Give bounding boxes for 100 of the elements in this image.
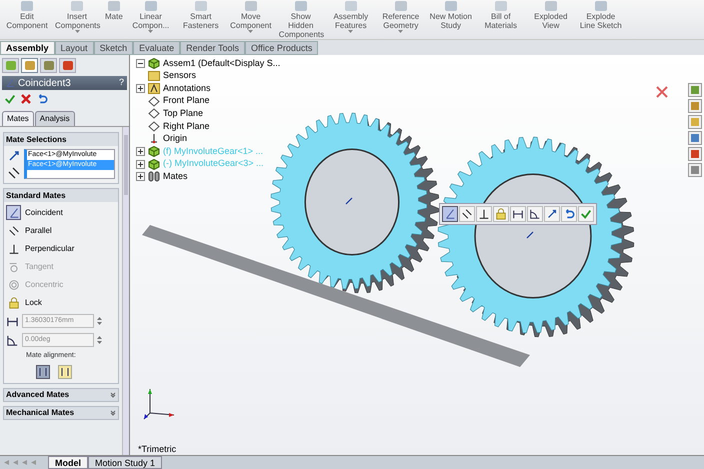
plane-icon: [148, 96, 160, 107]
spinner-icon[interactable]: [97, 335, 102, 345]
property-tab[interactable]: Mates: [2, 111, 34, 126]
section-header[interactable]: Standard Mates: [4, 189, 118, 202]
task-pane-icon[interactable]: [688, 147, 702, 161]
tool-icon: [594, 0, 608, 12]
tool-icon: [344, 0, 358, 12]
close-icon[interactable]: [656, 86, 668, 98]
ok-button[interactable]: [4, 93, 16, 105]
ribbon-button[interactable]: Insert Components: [52, 0, 102, 40]
ribbon-button[interactable]: Exploded View: [526, 0, 576, 40]
expand-toggle[interactable]: [136, 84, 145, 93]
dropdown-caret-icon: [148, 30, 154, 33]
toolbar-button[interactable]: [510, 206, 526, 222]
mates-icon: [148, 171, 160, 182]
expand-toggle[interactable]: [136, 146, 145, 156]
parallel-icon: [8, 224, 20, 236]
flip-icon: [546, 208, 558, 220]
toolbar-button[interactable]: [476, 206, 492, 222]
toolbar-button[interactable]: [527, 206, 543, 222]
lock-icon: [8, 296, 20, 308]
help-button[interactable]: ?: [118, 76, 124, 90]
tool-icon: [106, 0, 121, 12]
alignment-icon: [37, 366, 49, 378]
perpendicular-icon: [8, 242, 20, 254]
tool-icon: [194, 0, 208, 12]
property-tab[interactable]: Analysis: [34, 111, 75, 126]
task-pane-icon[interactable]: [688, 163, 702, 177]
tree-item[interactable]: Mates: [163, 170, 188, 184]
ribbon-button[interactable]: Smart Fasteners: [176, 0, 226, 40]
toolbar-button[interactable]: [544, 206, 560, 222]
origin-icon: [148, 133, 160, 144]
task-pane-icon[interactable]: [688, 99, 702, 113]
ribbon-button[interactable]: Edit Component: [2, 0, 52, 40]
tool-icon: [494, 0, 508, 12]
toolbar-button[interactable]: [459, 206, 475, 222]
spinner-icon[interactable]: [97, 316, 102, 326]
coincident-icon: [8, 206, 20, 218]
task-pane-icon[interactable]: [688, 131, 702, 145]
section-header[interactable]: Advanced Mates: [3, 388, 119, 402]
expand-toggle[interactable]: [136, 172, 145, 182]
ribbon-button[interactable]: Move Component: [226, 0, 276, 40]
tree-item[interactable]: Sensors: [163, 69, 196, 83]
manager-tab[interactable]: [21, 58, 38, 73]
task-pane-icon[interactable]: [688, 83, 702, 97]
ribbon-tab[interactable]: Render Tools: [180, 41, 245, 55]
tool-icon: [70, 0, 84, 12]
ribbon-tab[interactable]: Layout: [54, 41, 94, 55]
ribbon-button[interactable]: Assembly Features: [326, 0, 376, 40]
section-header[interactable]: Mate Selections: [4, 133, 118, 146]
plane-icon: [148, 120, 160, 132]
bottom-tab[interactable]: Model: [48, 456, 88, 469]
chevron-icon: [110, 410, 116, 416]
part-icon: [148, 146, 160, 157]
tree-item[interactable]: Right Plane: [163, 120, 210, 134]
tree-item[interactable]: Origin: [163, 132, 188, 146]
tree-item[interactable]: Front Plane: [163, 94, 210, 108]
tree-item[interactable]: Annotations: [163, 82, 211, 96]
expand-toggle[interactable]: [136, 58, 145, 68]
dropdown-caret-icon: [74, 30, 80, 33]
tree-item[interactable]: Assem1 (Default<Display S...: [163, 56, 280, 70]
ribbon-tab[interactable]: Sketch: [94, 41, 134, 55]
ok-icon: [4, 93, 16, 105]
ribbon-tab[interactable]: Evaluate: [133, 41, 180, 55]
plane-icon: [148, 108, 160, 120]
flip-icon: [7, 149, 21, 163]
pin-button[interactable]: [36, 93, 48, 105]
mate-option[interactable]: Lock: [6, 294, 116, 311]
ribbon-button[interactable]: Explode Line Sketch: [576, 0, 626, 40]
task-pane-icon[interactable]: [688, 115, 702, 129]
bottom-tab[interactable]: Motion Study 1: [88, 456, 162, 469]
scrollbar[interactable]: [122, 127, 129, 455]
mate-option[interactable]: Perpendicular: [6, 240, 116, 257]
alignment-button[interactable]: [58, 364, 72, 378]
toolbar-button[interactable]: [561, 206, 577, 222]
view-orientation-label: *Trimetric: [138, 443, 176, 455]
lock-icon: [495, 208, 507, 220]
ribbon-button[interactable]: Linear Compon...: [126, 0, 176, 40]
mate-option[interactable]: Parallel: [6, 222, 116, 239]
angle-icon: [6, 334, 19, 346]
ribbon-button[interactable]: Reference Geometry: [376, 0, 426, 40]
expand-toggle[interactable]: [136, 160, 145, 169]
cancel-icon[interactable]: [20, 93, 32, 105]
ribbon-button[interactable]: Bill of Materials: [476, 0, 526, 40]
alignment-button[interactable]: [36, 364, 50, 378]
concentric-icon: [8, 278, 20, 290]
manager-tab[interactable]: [59, 58, 76, 73]
ribbon-tab[interactable]: Assembly: [0, 41, 55, 55]
tree-item[interactable]: Top Plane: [163, 106, 204, 120]
ribbon-tab[interactable]: Office Products: [244, 41, 318, 55]
ribbon-button[interactable]: Mate: [102, 0, 126, 40]
tool-icon: [544, 0, 558, 12]
chevron-icon: [110, 392, 116, 398]
ribbon-button[interactable]: Show Hidden Components: [276, 0, 326, 40]
mate-option[interactable]: Coincident: [6, 204, 116, 221]
manager-tab[interactable]: [40, 58, 57, 73]
undo-icon: [563, 208, 575, 220]
distance-icon: [512, 208, 524, 220]
ribbon-button[interactable]: New Motion Study: [426, 0, 476, 40]
section-header[interactable]: Mechanical Mates: [3, 406, 119, 420]
